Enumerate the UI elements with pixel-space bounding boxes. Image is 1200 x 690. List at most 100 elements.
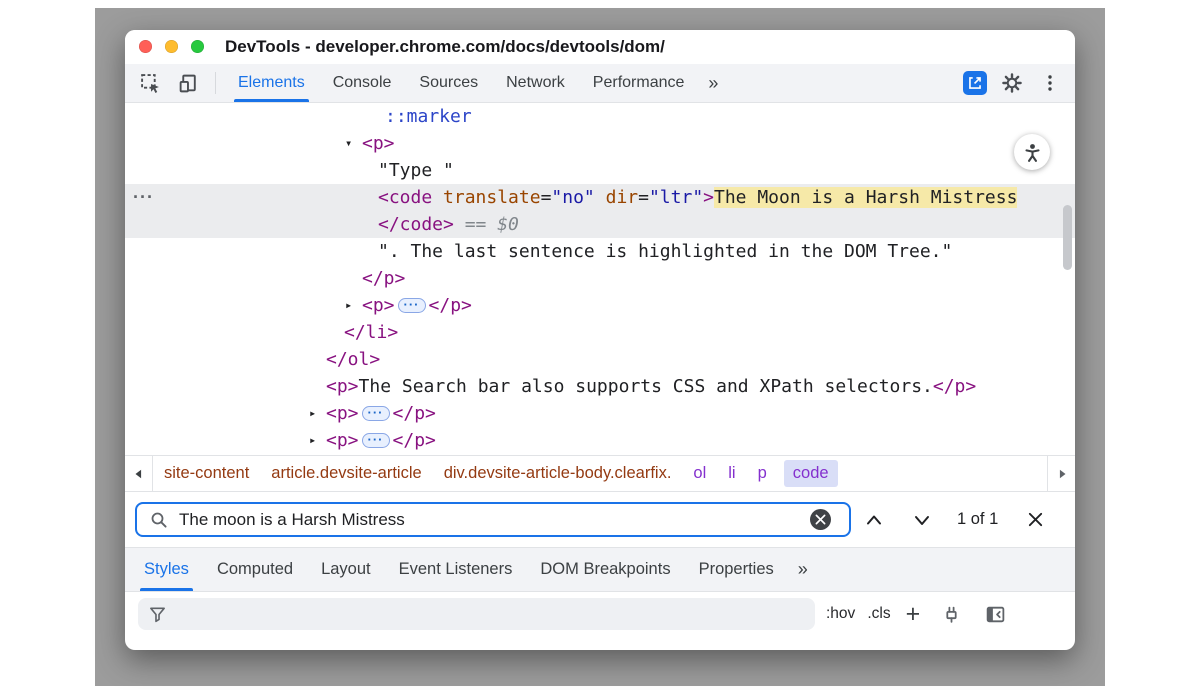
toggle-element-state-button[interactable]: :hov (826, 605, 855, 623)
breadcrumb-item-div-devsite-article-body-clearfix[interactable]: div.devsite-article-body.clearfix. (444, 464, 672, 483)
token-punct: = (638, 187, 649, 208)
settings-gear-icon[interactable] (999, 70, 1025, 96)
sidebar-tab-event-listeners[interactable]: Event Listeners (385, 548, 527, 591)
token-hl: The Moon is a Harsh Mistress (714, 187, 1017, 208)
dom-node-text: <p> (362, 130, 395, 157)
breadcrumb-item-li[interactable]: li (728, 464, 735, 483)
breadcrumb-item-code[interactable]: code (784, 460, 838, 487)
devtools-toolbar: ElementsConsoleSourcesNetworkPerformance… (125, 64, 1075, 103)
dom-tree-row[interactable]: ▸ <p>···</p> (125, 400, 1075, 427)
more-panels-button[interactable]: » (698, 73, 728, 94)
dom-tree-row[interactable]: ▸ <p>···</p> (125, 427, 1075, 454)
token-tag: </ol> (326, 349, 380, 370)
close-search-icon[interactable] (1024, 509, 1046, 531)
panel-tabs: ElementsConsoleSourcesNetworkPerformance (224, 64, 698, 102)
styles-filter-input[interactable] (138, 598, 815, 630)
clear-search-icon[interactable] (810, 509, 831, 530)
token-tag: </p> (393, 403, 436, 424)
token-tag: <p> (326, 430, 359, 451)
row-overflow-dots-icon[interactable]: ··· (133, 184, 154, 211)
dom-node-text: </code> == $0 (378, 211, 519, 238)
sidebar-tab-computed[interactable]: Computed (203, 548, 307, 591)
sidebar-tab-styles[interactable]: Styles (130, 548, 203, 591)
dom-node-text: ". The last sentence is highlighted in t… (378, 238, 952, 265)
sidebar-tab-layout[interactable]: Layout (307, 548, 385, 591)
breadcrumb-item-ol[interactable]: ol (693, 464, 706, 483)
dom-tree-row[interactable]: ···<code translate="no" dir="ltr">The Mo… (125, 184, 1075, 211)
dom-tree-row[interactable]: ▸ <p>···</p> (125, 292, 1075, 319)
window-titlebar: DevTools - developer.chrome.com/docs/dev… (125, 30, 1075, 64)
new-style-rule-button[interactable]: + (906, 604, 921, 624)
tab-performance[interactable]: Performance (579, 64, 699, 102)
expand-ellipsis-button[interactable]: ··· (398, 298, 426, 313)
dom-tree-row[interactable]: </li> (125, 319, 1075, 346)
breadcrumb-scroll-right-icon[interactable] (1047, 456, 1075, 491)
token-punct: = (541, 187, 552, 208)
collapse-arrow-icon[interactable]: ▾ (345, 130, 352, 157)
sidebar-tab-list: StylesComputedLayoutEvent ListenersDOM B… (130, 548, 788, 591)
accessibility-person-icon[interactable] (1014, 134, 1050, 170)
breadcrumb: site-content article.devsite-article div.d… (125, 455, 1075, 492)
dom-tree-row[interactable]: ▾ <p> (125, 130, 1075, 157)
zoom-window-button[interactable] (191, 40, 204, 53)
dom-tree-row[interactable]: ". The last sentence is highlighted in t… (125, 238, 1075, 265)
tab-elements[interactable]: Elements (224, 64, 319, 102)
token-tag: </p> (429, 295, 472, 316)
token-attr: translate (432, 187, 540, 208)
dom-tree-row[interactable]: </code> == $0 (125, 211, 1075, 238)
vertical-scrollbar-thumb[interactable] (1063, 205, 1072, 270)
search-icon (149, 510, 169, 530)
dom-tree-row[interactable]: </p> (125, 265, 1075, 292)
expand-ellipsis-button[interactable]: ··· (362, 433, 390, 448)
sidebar-toggle-icon[interactable] (982, 601, 1008, 627)
tab-console[interactable]: Console (319, 64, 406, 102)
token-tag: </p> (362, 268, 405, 289)
previous-result-icon[interactable] (863, 509, 885, 531)
sidebar-tab-dom-breakpoints[interactable]: DOM Breakpoints (526, 548, 684, 591)
breadcrumb-item-site-content[interactable]: site-content (164, 464, 249, 483)
toolbar-right-icons (963, 70, 1063, 96)
dom-tree-row[interactable]: <p>The Search bar also supports CSS and … (125, 373, 1075, 400)
styles-filter-bar: :hov .cls + (125, 592, 1075, 636)
token-value: "ltr" (649, 187, 703, 208)
next-result-icon[interactable] (911, 509, 933, 531)
token-tag: </li> (344, 322, 398, 343)
dom-node-text: <p>···</p> (326, 427, 436, 454)
expand-arrow-icon[interactable]: ▸ (309, 427, 316, 454)
token-tag: </p> (933, 376, 976, 397)
breadcrumb-scroll-left-icon[interactable] (125, 456, 153, 491)
open-in-new-icon[interactable] (963, 71, 987, 95)
dom-node-text: </p> (362, 265, 405, 292)
minimize-window-button[interactable] (165, 40, 178, 53)
token-tag: <code (378, 187, 432, 208)
toggle-class-button[interactable]: .cls (867, 605, 890, 623)
dom-tree-row[interactable]: </ol> (125, 346, 1075, 373)
token-text: "Type " (378, 160, 454, 181)
filter-funnel-icon (148, 605, 167, 624)
toolbar-separator (215, 72, 216, 94)
tab-network[interactable]: Network (492, 64, 579, 102)
sidebar-tab-properties[interactable]: Properties (685, 548, 788, 591)
more-sidebar-tabs-button[interactable]: » (788, 559, 818, 580)
dom-search-bar: 1 of 1 (125, 492, 1075, 548)
breadcrumb-item-article-devsite-article[interactable]: article.devsite-article (271, 464, 421, 483)
search-input[interactable] (179, 510, 810, 530)
search-box (135, 502, 851, 537)
expand-arrow-icon[interactable]: ▸ (345, 292, 352, 319)
dom-node-text: <p>···</p> (362, 292, 472, 319)
token-text: ". The last sentence is highlighted in t… (378, 241, 952, 262)
expand-ellipsis-button[interactable]: ··· (362, 406, 390, 421)
dom-tree-row[interactable]: ::marker (125, 103, 1075, 130)
breadcrumb-item-p[interactable]: p (758, 464, 767, 483)
device-toolbar-icon[interactable] (175, 70, 201, 96)
token-tag: <p> (362, 133, 395, 154)
plug-icon[interactable] (938, 601, 964, 627)
breadcrumb-list: site-content article.devsite-article div.d… (153, 460, 844, 487)
close-window-button[interactable] (139, 40, 152, 53)
expand-arrow-icon[interactable]: ▸ (309, 400, 316, 427)
kebab-menu-icon[interactable] (1037, 70, 1063, 96)
inspect-element-icon[interactable] (137, 70, 163, 96)
tab-sources[interactable]: Sources (405, 64, 492, 102)
dom-tree-row[interactable]: "Type " (125, 157, 1075, 184)
token-tag: <p> (326, 403, 359, 424)
